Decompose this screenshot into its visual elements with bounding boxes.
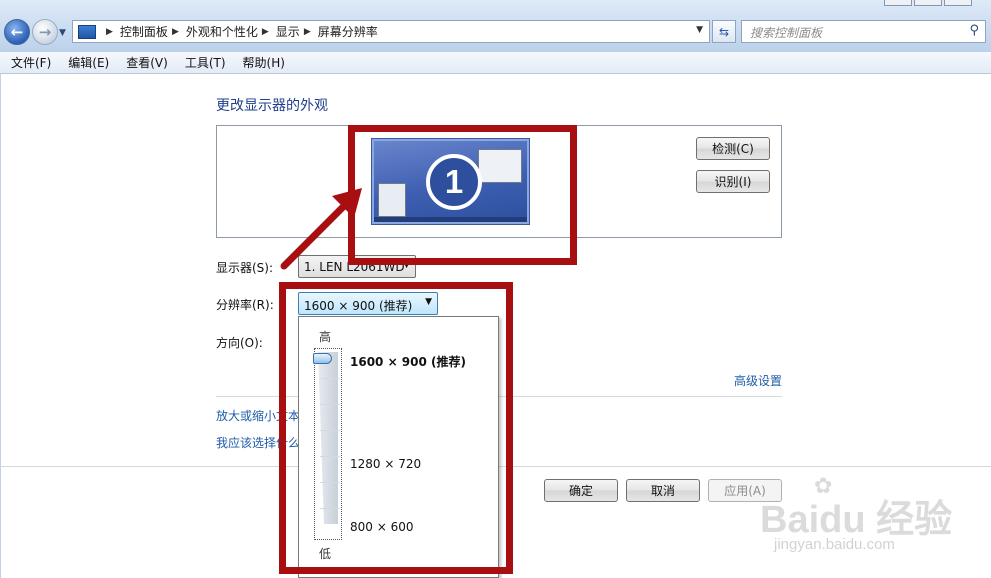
- breadcrumb-control-panel[interactable]: 控制面板: [120, 23, 168, 40]
- maximize-button[interactable]: [914, 0, 942, 6]
- control-panel-icon: [78, 24, 96, 39]
- search-input[interactable]: 搜索控制面板 ⚲: [741, 20, 986, 43]
- menu-help[interactable]: 帮助(H): [243, 54, 285, 71]
- cancel-button[interactable]: 取消: [626, 479, 700, 502]
- arrow-right-icon: →: [38, 23, 52, 41]
- chevron-right-icon[interactable]: ▶: [172, 27, 179, 37]
- menu-view[interactable]: 查看(V): [126, 54, 168, 71]
- resolution-label: 分辨率(R):: [216, 298, 274, 312]
- menu-file[interactable]: 文件(F): [11, 54, 51, 71]
- search-icon[interactable]: ⚲: [969, 23, 979, 38]
- highlight-box-monitor: [348, 125, 577, 265]
- arrow-left-icon: ←: [10, 23, 24, 41]
- forward-button[interactable]: →: [32, 19, 58, 45]
- watermark-brand: Baidu 经验: [760, 499, 953, 541]
- menu-tools[interactable]: 工具(T): [185, 54, 226, 71]
- highlight-box-dropdown: [279, 282, 513, 574]
- detect-button[interactable]: 检测(C): [696, 137, 770, 160]
- recent-pages-dropdown[interactable]: ▼: [59, 28, 66, 38]
- display-label: 显示器(S):: [216, 261, 274, 275]
- close-button[interactable]: [944, 0, 972, 6]
- breadcrumb-display[interactable]: 显示: [276, 23, 300, 40]
- chevron-right-icon[interactable]: ▶: [304, 27, 311, 37]
- orientation-label: 方向(O):: [216, 336, 263, 350]
- refresh-button[interactable]: ⇆: [712, 20, 736, 43]
- annotation-arrow: [280, 188, 362, 270]
- identify-button[interactable]: 识别(I): [696, 170, 770, 193]
- breadcrumb-appearance[interactable]: 外观和个性化: [186, 23, 258, 40]
- advanced-settings-link[interactable]: 高级设置: [734, 372, 782, 389]
- page-title: 更改显示器的外观: [216, 98, 328, 114]
- address-toolbar: ← → ▼ ▶ 控制面板 ▶ 外观和个性化 ▶ 显示 ▶ 屏幕分辨率 ▼ ⇆ 搜…: [0, 0, 991, 52]
- chevron-right-icon[interactable]: ▶: [262, 27, 269, 37]
- menu-bar: 文件(F) 编辑(E) 查看(V) 工具(T) 帮助(H): [0, 52, 991, 74]
- back-button[interactable]: ←: [4, 19, 30, 45]
- refresh-icon: ⇆: [718, 24, 730, 39]
- menu-edit[interactable]: 编辑(E): [68, 54, 109, 71]
- address-bar[interactable]: ▶ 控制面板 ▶ 外观和个性化 ▶ 显示 ▶ 屏幕分辨率 ▼: [72, 20, 710, 43]
- address-dropdown-icon[interactable]: ▼: [696, 25, 703, 35]
- chevron-right-icon[interactable]: ▶: [106, 27, 113, 37]
- search-placeholder: 搜索控制面板: [750, 26, 823, 40]
- breadcrumb-screen-resolution[interactable]: 屏幕分辨率: [318, 23, 378, 40]
- minimize-button[interactable]: [884, 0, 912, 6]
- ok-button[interactable]: 确定: [544, 479, 618, 502]
- watermark-url: jingyan.baidu.com: [774, 536, 895, 553]
